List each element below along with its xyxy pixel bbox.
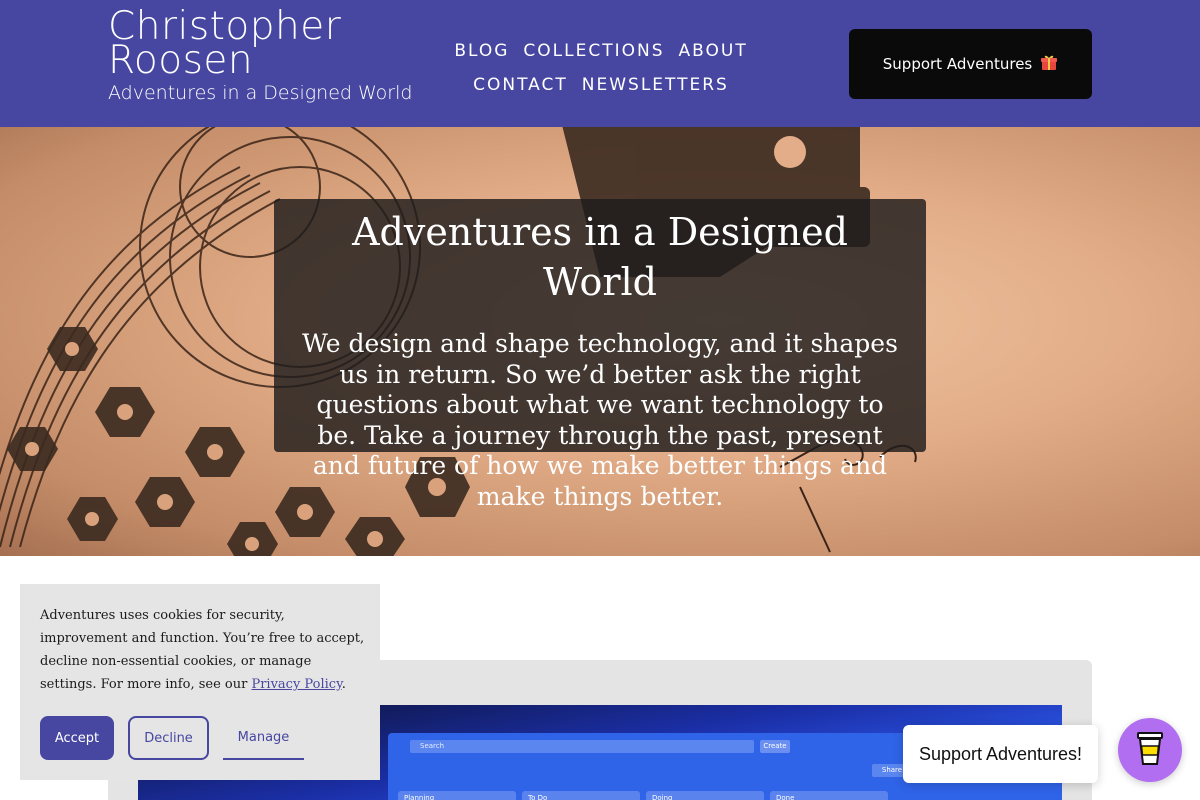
nav-about[interactable]: ABOUT <box>679 34 748 68</box>
brand[interactable]: Christopher Roosen Adventures in a Desig… <box>108 7 413 104</box>
support-adventures-tooltip[interactable]: Support Adventures! <box>903 725 1098 783</box>
main-nav: BLOG COLLECTIONS ABOUT CONTACT NEWSLETTE… <box>454 34 745 102</box>
monitor-create-button: Create <box>760 740 790 753</box>
buy-me-a-coffee-button[interactable] <box>1118 718 1182 782</box>
hero-section: Adventures in a Designed World We design… <box>0 127 1200 556</box>
nav-contact[interactable]: CONTACT <box>473 68 568 102</box>
brand-name-line2: Roosen <box>108 38 254 83</box>
support-button-label: Support Adventures <box>882 55 1033 73</box>
monitor-column: Planning <box>398 791 516 800</box>
cookie-message-end: . <box>341 677 346 692</box>
accept-cookies-button[interactable]: Accept <box>40 716 114 760</box>
nav-collections[interactable]: COLLECTIONS <box>523 34 664 68</box>
support-adventures-button[interactable]: Support Adventures <box>849 29 1092 99</box>
hero-card: Adventures in a Designed World We design… <box>274 199 926 511</box>
monitor-column: Done <box>770 791 888 800</box>
manage-cookies-button[interactable]: Manage <box>223 716 304 760</box>
monitor-column: To Do <box>522 791 640 800</box>
hero-title: Adventures in a Designed World <box>352 210 848 304</box>
privacy-policy-link[interactable]: Privacy Policy <box>251 677 341 692</box>
coffee-cup-icon <box>1135 730 1165 770</box>
decline-cookies-button[interactable]: Decline <box>128 716 209 760</box>
site-header: Christopher Roosen Adventures in a Desig… <box>0 0 1200 127</box>
hero-description: We design and shape technology, and it s… <box>302 329 898 511</box>
gift-icon <box>1040 53 1058 75</box>
cookie-message: Adventures uses cookies for security, im… <box>40 604 365 696</box>
cookie-banner: Adventures uses cookies for security, im… <box>20 584 380 780</box>
monitor-search-bar: Search <box>410 740 754 753</box>
nav-blog[interactable]: BLOG <box>454 34 509 68</box>
brand-tagline: Adventures in a Designed World <box>108 82 413 104</box>
nav-newsletters[interactable]: NEWSLETTERS <box>582 68 729 102</box>
monitor-column: Doing <box>646 791 764 800</box>
